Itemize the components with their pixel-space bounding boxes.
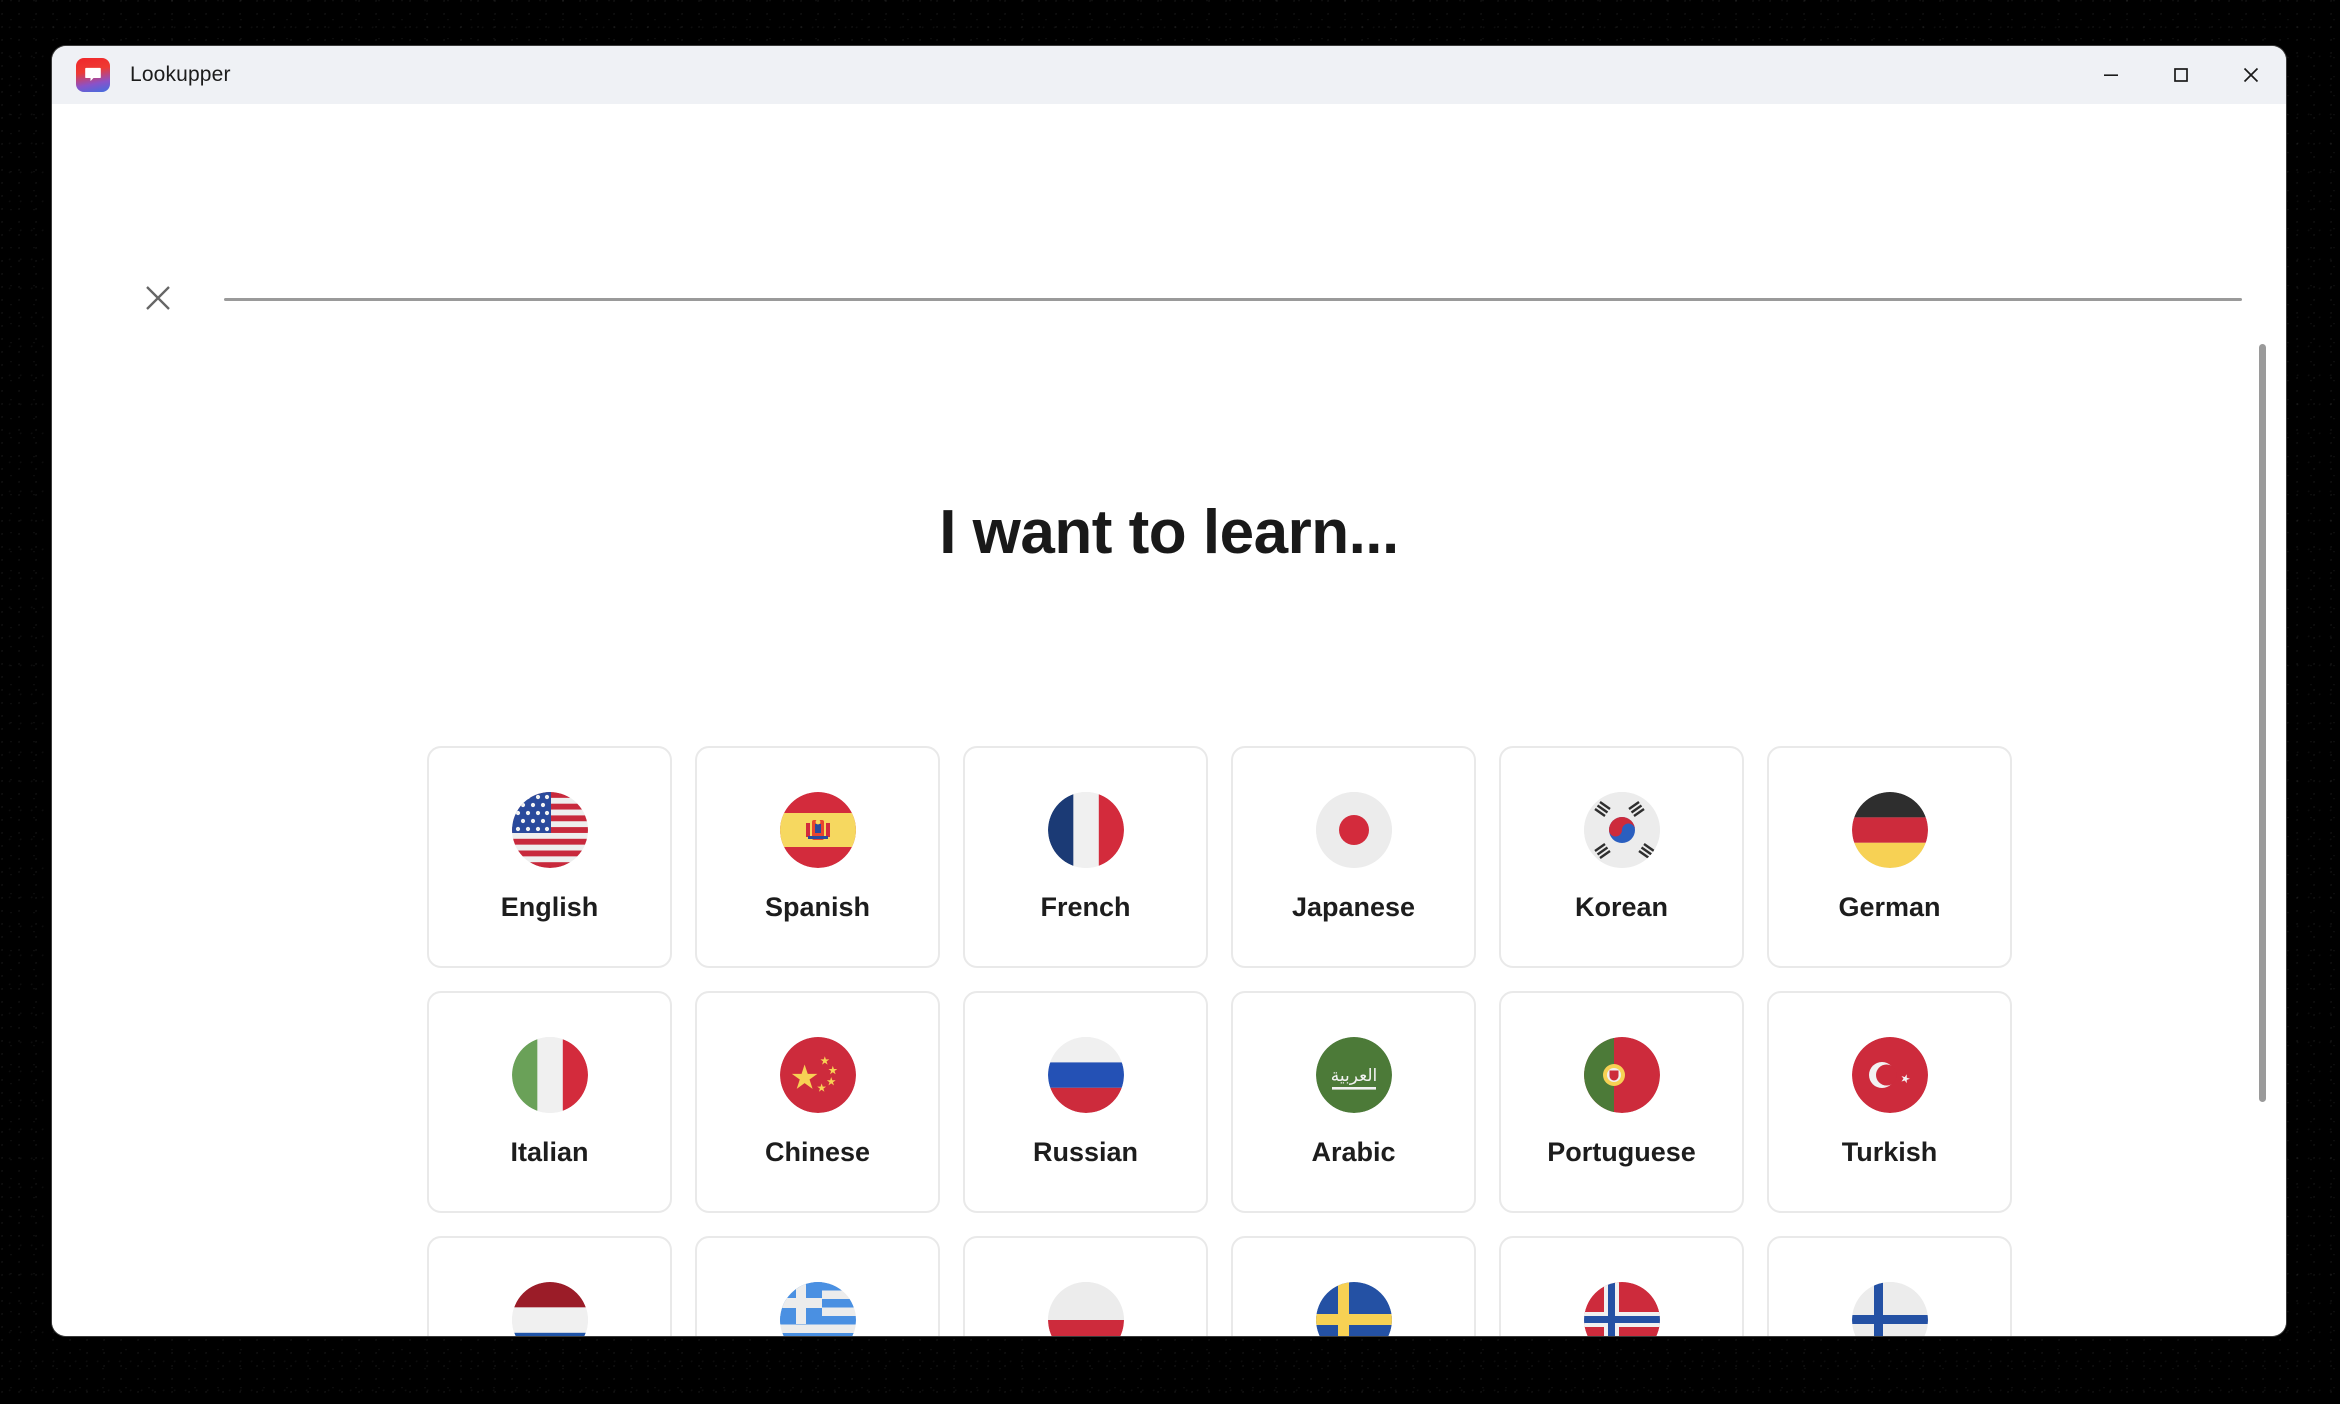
language-card-greek[interactable]: Greek: [695, 1236, 940, 1336]
language-card-italian[interactable]: Italian: [427, 991, 672, 1213]
flag-es-icon: [779, 791, 856, 868]
language-card-japanese[interactable]: Japanese: [1231, 746, 1476, 968]
language-label: Korean: [1574, 891, 1669, 922]
language-label: Russian: [1032, 1136, 1139, 1167]
language-card-polish[interactable]: Polish: [963, 1236, 1208, 1336]
language-card-finnish[interactable]: Finnish: [1767, 1236, 2012, 1336]
app-title: Lookupper: [130, 63, 231, 86]
speech-bubble-icon: [76, 58, 110, 92]
language-label: German: [1838, 891, 1941, 922]
progress-rule: [224, 298, 2242, 301]
language-label: Portuguese: [1547, 1136, 1696, 1167]
close-icon[interactable]: [2216, 46, 2286, 104]
language-label: Japanese: [1291, 891, 1416, 922]
language-card-french[interactable]: French: [963, 746, 1208, 968]
language-card-swedish[interactable]: Swedish: [1231, 1236, 1476, 1336]
maximize-icon[interactable]: [2146, 46, 2216, 104]
language-card-norwegian[interactable]: Norwegian: [1499, 1236, 1744, 1336]
vertical-scrollbar-track[interactable]: [2259, 104, 2277, 1336]
flag-gr-icon: [779, 1281, 856, 1336]
language-card-dutch[interactable]: Dutch: [427, 1236, 672, 1336]
flag-no-icon: [1583, 1281, 1660, 1336]
titlebar[interactable]: Lookupper: [52, 46, 2286, 104]
flag-pl-icon: [1047, 1281, 1124, 1336]
flag-fr-icon: [1047, 791, 1124, 868]
language-card-spanish[interactable]: Spanish: [695, 746, 940, 968]
flag-pt-icon: [1583, 1036, 1660, 1113]
dismiss-onboarding-icon[interactable]: [136, 276, 180, 320]
desktop-background: Lookupper I want to learn... English Spa…: [0, 0, 2340, 1404]
language-card-german[interactable]: German: [1767, 746, 2012, 968]
window-controls: [2076, 46, 2286, 104]
language-card-chinese[interactable]: Chinese: [695, 991, 940, 1213]
language-label: French: [1040, 891, 1131, 922]
flag-cn-icon: [779, 1036, 856, 1113]
flag-de-icon: [1851, 791, 1928, 868]
vertical-scrollbar-thumb[interactable]: [2259, 344, 2266, 1102]
main-content: I want to learn... English Spanish Frenc…: [52, 104, 2286, 1336]
language-card-portuguese[interactable]: Portuguese: [1499, 991, 1744, 1213]
flag-it-icon: [511, 1036, 588, 1113]
language-card-english[interactable]: English: [427, 746, 672, 968]
language-label: Arabic: [1311, 1136, 1396, 1167]
flag-nl-icon: [511, 1281, 588, 1336]
flag-ru-icon: [1047, 1036, 1124, 1113]
flag-us-icon: [511, 791, 588, 868]
language-label: English: [500, 891, 599, 922]
language-grid: English Spanish French Japanese Korean G…: [427, 746, 2017, 1336]
flag-sa-icon: العربية: [1315, 1036, 1392, 1113]
language-card-korean[interactable]: Korean: [1499, 746, 1744, 968]
svg-text:العربية: العربية: [1330, 1066, 1376, 1086]
language-card-turkish[interactable]: Turkish: [1767, 991, 2012, 1213]
flag-fi-icon: [1851, 1281, 1928, 1336]
language-label: Chinese: [764, 1136, 871, 1167]
language-label: Turkish: [1841, 1136, 1938, 1167]
minimize-icon[interactable]: [2076, 46, 2146, 104]
flag-jp-icon: [1315, 791, 1392, 868]
app-window: Lookupper I want to learn... English Spa…: [52, 46, 2286, 1336]
language-label: Italian: [510, 1136, 589, 1167]
language-label: Spanish: [764, 891, 871, 922]
flag-tr-icon: [1851, 1036, 1928, 1113]
language-card-arabic[interactable]: العربية Arabic: [1231, 991, 1476, 1213]
page-title: I want to learn...: [939, 498, 1399, 567]
flag-kr-icon: [1583, 791, 1660, 868]
language-card-russian[interactable]: Russian: [963, 991, 1208, 1213]
flag-se-icon: [1315, 1281, 1392, 1336]
